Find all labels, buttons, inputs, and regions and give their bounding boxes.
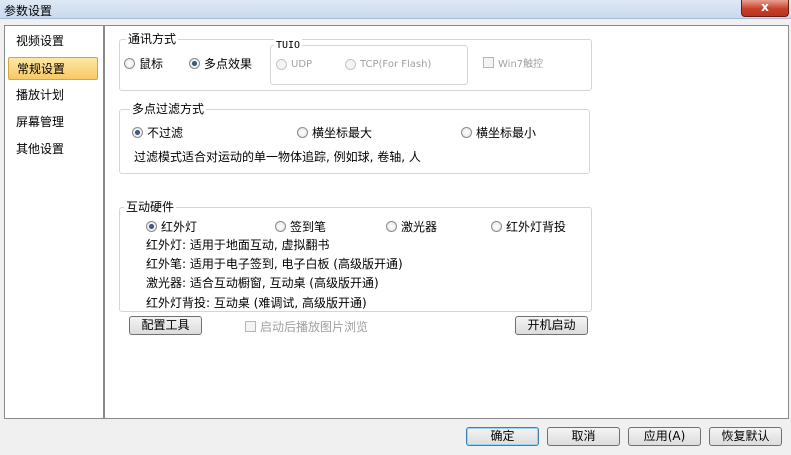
- radio-label: 红外灯: [161, 220, 198, 234]
- radio-infrared-light[interactable]: 红外灯: [146, 218, 197, 235]
- radio-sign-pen[interactable]: 签到笔: [275, 218, 326, 235]
- radio-label: 红外灯背投: [506, 220, 567, 234]
- communication-legend: 通讯方式: [126, 32, 179, 46]
- sidebar-item-label: 视频设置: [16, 34, 65, 48]
- title-bar: 参数设置 x: [0, 0, 791, 19]
- hardware-description: 激光器: 适合互动橱窗, 互动桌 (高级版开通): [146, 276, 379, 290]
- sidebar-item-video-settings[interactable]: 视频设置: [8, 30, 98, 53]
- win7-touch-checkbox[interactable]: Win7触控: [483, 55, 543, 70]
- hardware-description: 红外灯背投: 互动桌 (难调试, 高级版开通): [146, 296, 367, 310]
- radio-indicator: [189, 58, 200, 69]
- radio-indicator: [345, 59, 356, 70]
- ok-button[interactable]: 确定: [466, 427, 539, 446]
- checkbox-label: Win7触控: [498, 59, 544, 70]
- sidebar-item-general-settings[interactable]: 常规设置: [8, 57, 98, 80]
- filter-legend: 多点过滤方式: [130, 102, 207, 116]
- radio-indicator: [132, 127, 143, 138]
- sidebar-item-screen-management[interactable]: 屏幕管理: [8, 111, 98, 134]
- apply-button[interactable]: 应用(A): [628, 427, 701, 446]
- autoplay-images-checkbox[interactable]: 启动后播放图片浏览: [245, 318, 368, 335]
- radio-mouse[interactable]: 鼠标: [124, 55, 163, 72]
- radio-laser[interactable]: 激光器: [386, 218, 437, 235]
- close-button[interactable]: x: [741, 0, 789, 17]
- radio-label: UDP: [291, 59, 313, 70]
- sidebar-item-label: 播放计划: [16, 88, 65, 102]
- tuio-group: TUIO UDP TCP(For Flash): [270, 39, 468, 85]
- radio-label: 激光器: [401, 220, 438, 234]
- radio-label: 横坐标最小: [476, 126, 537, 140]
- sidebar-item-other-settings[interactable]: 其他设置: [8, 138, 98, 161]
- startup-button[interactable]: 开机启动: [515, 316, 588, 335]
- radio-indicator: [276, 59, 287, 70]
- radio-label: 签到笔: [290, 220, 327, 234]
- radio-label: 多点效果: [204, 57, 253, 71]
- radio-indicator: [146, 221, 157, 232]
- settings-panel: 通讯方式 鼠标 多点效果 TUIO UDP TCP(For Flash) Win…: [104, 25, 789, 419]
- window-title: 参数设置: [4, 4, 53, 18]
- radio-udp[interactable]: UDP: [276, 59, 312, 70]
- filter-group: 多点过滤方式 不过滤 横坐标最大 横坐标最小 过滤模式适合对运动的单一物体追踪,…: [119, 102, 590, 174]
- radio-indicator: [461, 127, 472, 138]
- radio-min-x[interactable]: 横坐标最小: [461, 124, 536, 141]
- tuio-legend: TUIO: [274, 39, 303, 53]
- radio-label: TCP(For Flash): [360, 59, 432, 70]
- restore-defaults-button[interactable]: 恢复默认: [709, 427, 782, 446]
- radio-label: 横坐标最大: [312, 126, 373, 140]
- hardware-description: 红外灯: 适用于地面互动, 虚拟翻书: [146, 238, 330, 252]
- checkbox-label: 启动后播放图片浏览: [260, 320, 369, 334]
- radio-multipoint[interactable]: 多点效果: [189, 55, 252, 72]
- filter-description: 过滤模式适合对运动的单一物体追踪, 例如球, 卷轴, 人: [134, 150, 421, 164]
- radio-max-x[interactable]: 横坐标最大: [297, 124, 372, 141]
- sidebar: 视频设置 常规设置 播放计划 屏幕管理 其他设置: [4, 25, 104, 419]
- sidebar-item-play-schedule[interactable]: 播放计划: [8, 84, 98, 107]
- radio-indicator: [297, 127, 308, 138]
- radio-indicator: [491, 221, 502, 232]
- radio-indicator: [386, 221, 397, 232]
- close-icon: x: [761, 0, 769, 14]
- communication-group: 通讯方式 鼠标 多点效果 TUIO UDP TCP(For Flash) Win…: [119, 32, 592, 91]
- radio-label: 鼠标: [139, 57, 164, 71]
- radio-indicator: [124, 58, 135, 69]
- dialog-client: 视频设置 常规设置 播放计划 屏幕管理 其他设置 通讯方式 鼠标 多点效果 TU…: [0, 19, 791, 455]
- hardware-legend: 互动硬件: [124, 200, 177, 214]
- checkbox-box: [483, 57, 494, 68]
- radio-infrared-rear-projection[interactable]: 红外灯背投: [491, 218, 566, 235]
- sidebar-item-label: 屏幕管理: [16, 115, 65, 129]
- cancel-button[interactable]: 取消: [547, 427, 620, 446]
- config-tool-button[interactable]: 配置工具: [129, 316, 202, 335]
- radio-no-filter[interactable]: 不过滤: [132, 124, 183, 141]
- radio-tcp-flash[interactable]: TCP(For Flash): [345, 59, 431, 70]
- hardware-description: 红外笔: 适用于电子签到, 电子白板 (高级版开通): [146, 257, 403, 271]
- checkbox-box: [245, 321, 256, 332]
- hardware-group: 互动硬件 红外灯 签到笔 激光器 红外灯背投 红外灯: 适用于地面互动, 虚拟翻…: [119, 200, 592, 312]
- radio-label: 不过滤: [147, 126, 184, 140]
- sidebar-item-label: 其他设置: [16, 142, 65, 156]
- sidebar-item-label: 常规设置: [17, 62, 66, 76]
- radio-indicator: [275, 221, 286, 232]
